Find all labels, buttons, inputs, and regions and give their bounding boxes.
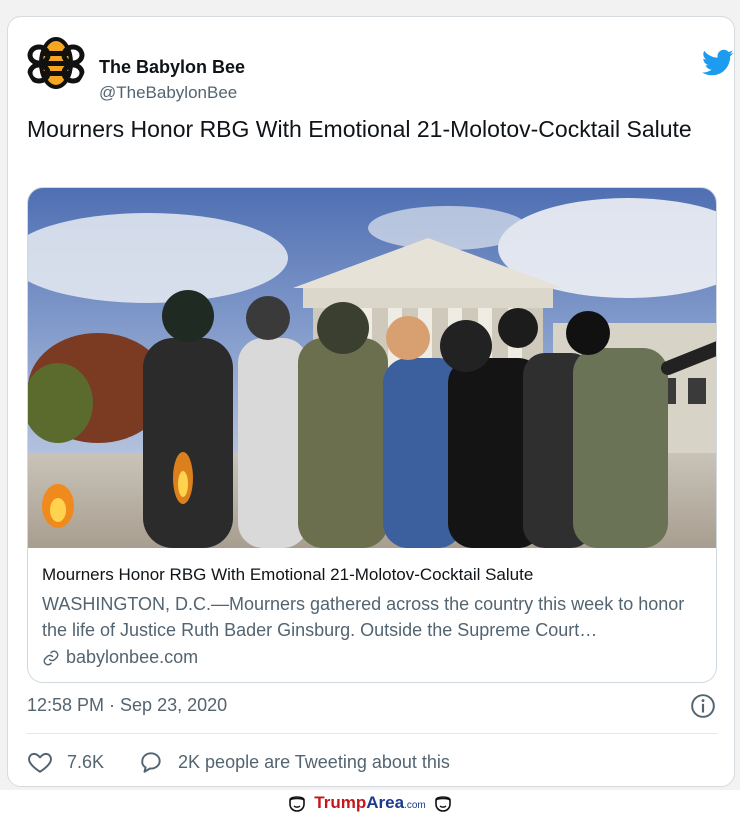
info-icon[interactable]: [690, 693, 716, 719]
brand-part-area: Area: [366, 793, 405, 812]
tweet-card: The Babylon Bee @TheBabylonBee Mourners …: [7, 16, 735, 787]
watermark-footer: TrumpArea.com: [0, 790, 740, 816]
like-button[interactable]: 7.6K: [27, 749, 104, 775]
link-title[interactable]: Mourners Honor RBG With Emotional 21-Mol…: [42, 563, 707, 587]
author-handle[interactable]: @TheBabylonBee: [99, 83, 237, 103]
brand-part-com: .com: [404, 800, 426, 811]
speech-bubble-icon: [141, 752, 161, 773]
watermark-brand: TrumpArea.com: [314, 793, 425, 813]
like-count: 7.6K: [67, 751, 105, 772]
brand-part-trump: Trump: [314, 793, 367, 812]
tweet-timestamp[interactable]: 12:58 PM · Sep 23, 2020: [27, 695, 227, 716]
tweet-text: Mourners Honor RBG With Emotional 21-Mol…: [27, 116, 692, 142]
face-icon: [434, 796, 451, 812]
author-name[interactable]: The Babylon Bee: [99, 57, 245, 78]
link-preview-image: [28, 188, 716, 548]
link-description: WASHINGTON, D.C.—Mourners gathered acros…: [42, 594, 685, 640]
link-preview-body: Mourners Honor RBG With Emotional 21-Mol…: [42, 563, 707, 668]
link-chain-icon: [43, 650, 59, 665]
reply-button[interactable]: 2K people are Tweeting about this: [138, 749, 450, 775]
reply-text: 2K people are Tweeting about this: [178, 751, 450, 772]
link-domain: babylonbee.com: [66, 647, 199, 667]
twitter-bird-icon[interactable]: [702, 49, 734, 77]
tweet-actions: 7.6K 2K people are Tweeting about this: [27, 747, 717, 777]
babylon-bee-logo-icon: [27, 37, 85, 89]
screenshot-background: The Babylon Bee @TheBabylonBee Mourners …: [0, 0, 740, 790]
face-icon: [289, 796, 306, 812]
heart-icon: [28, 752, 52, 773]
divider: [27, 733, 717, 734]
avatar[interactable]: [26, 33, 86, 93]
tweet-header: The Babylon Bee @TheBabylonBee: [26, 33, 734, 102]
link-preview-card[interactable]: Mourners Honor RBG With Emotional 21-Mol…: [27, 187, 717, 683]
link-domain-row[interactable]: babylonbee.com: [42, 647, 707, 668]
